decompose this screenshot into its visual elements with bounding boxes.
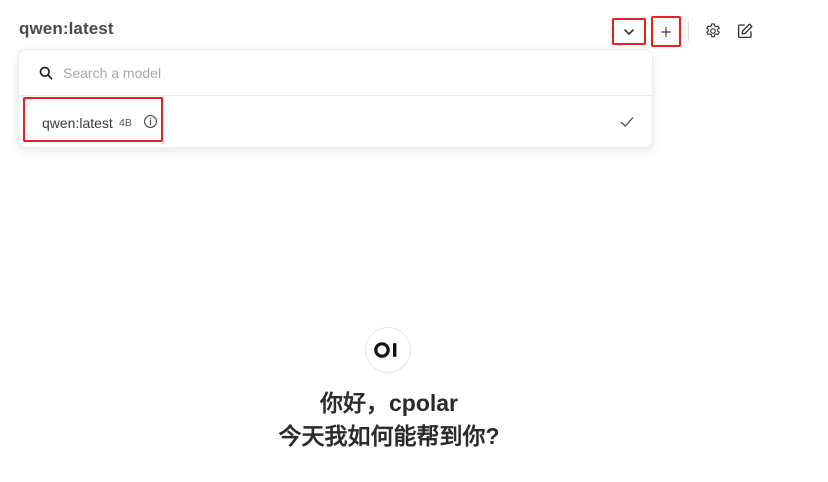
edit-icon	[737, 23, 753, 39]
model-title[interactable]: qwen:latest	[19, 19, 114, 39]
gear-icon	[706, 23, 720, 38]
chat-page: qwen:latest Search a model qwen:latest 4…	[0, 0, 828, 482]
model-search-input[interactable]	[63, 61, 623, 85]
logo-icon	[374, 342, 397, 358]
model-selector-toggle-button[interactable]	[612, 18, 646, 45]
model-option-name: qwen:latest	[42, 115, 113, 131]
model-size-badge: 4B	[119, 117, 132, 129]
new-chat-button[interactable]	[734, 20, 756, 42]
chevron-down-icon	[624, 28, 634, 35]
plus-icon	[660, 26, 672, 37]
welcome-greeting: 你好，cpolar	[319, 390, 459, 416]
header-divider	[688, 21, 689, 41]
check-icon	[620, 117, 634, 127]
welcome-subtitle: 今天我如何能帮到你?	[278, 423, 500, 449]
settings-button[interactable]	[702, 20, 724, 42]
model-option-qwen-latest[interactable]: qwen:latest 4B	[19, 96, 652, 148]
model-selector-dropdown: qwen:latest 4B	[18, 49, 653, 148]
info-icon[interactable]	[143, 114, 158, 129]
model-search-row	[19, 50, 652, 96]
add-model-button[interactable]	[651, 16, 681, 47]
search-icon	[39, 66, 53, 80]
openwebui-logo	[365, 327, 411, 373]
